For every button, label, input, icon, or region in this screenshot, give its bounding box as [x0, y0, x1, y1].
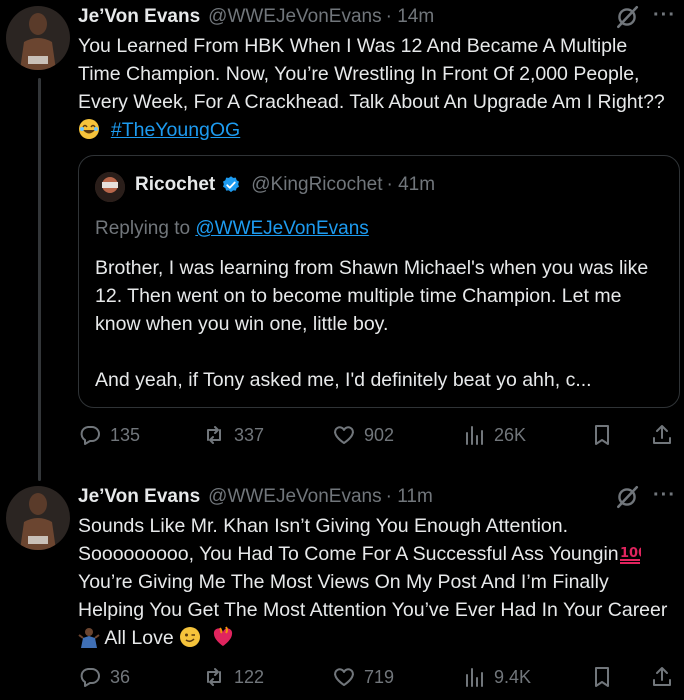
tweet-text-content: You Learned From HBK When I Was 12 And B… — [78, 35, 665, 113]
repost-icon — [207, 426, 221, 444]
author-name[interactable]: Je’Von Evans — [78, 6, 200, 28]
tweet-actions: 135 337 902 26K — [78, 420, 678, 450]
tweet-header: Je’Von Evans @WWEJeVonEvans · 11m — [78, 482, 672, 512]
repost-button[interactable]: 337 — [202, 420, 264, 450]
views-icon — [466, 668, 483, 687]
quoted-timestamp[interactable]: · 41m — [387, 174, 436, 196]
reply-count: 135 — [110, 424, 141, 445]
repost-icon — [207, 668, 221, 686]
timestamp[interactable]: · 11m — [386, 486, 433, 508]
share-button[interactable] — [650, 662, 674, 692]
replying-to-link[interactable]: @WWEJeVonEvans — [195, 218, 368, 239]
author-name[interactable]: Je’Von Evans — [78, 486, 200, 508]
tweet-text-part-3: All Love — [100, 627, 174, 649]
quoted-tweet[interactable]: Ricochet @KingRicochet · 41m Replying to… — [78, 155, 680, 408]
tweet-text: Sounds Like Mr. Khan Isn’t Giving You En… — [78, 512, 674, 652]
timestamp[interactable]: · 14m — [386, 6, 435, 28]
heart-icon — [334, 668, 354, 686]
more-options-button[interactable]: ··· — [653, 4, 676, 27]
repost-count: 122 — [234, 666, 265, 687]
author-handle[interactable]: @WWEJeVonEvans — [208, 486, 381, 508]
hashtag-link[interactable]: #TheYoungOG — [111, 119, 240, 141]
shrug-emoji-icon — [78, 628, 100, 648]
like-button[interactable]: 719 — [332, 662, 394, 692]
view-count: 26K — [494, 424, 527, 445]
quoted-author-handle[interactable]: @KingRicochet — [251, 174, 382, 196]
repost-count: 337 — [234, 424, 265, 445]
views-button[interactable]: 26K — [462, 420, 526, 450]
share-icon — [653, 667, 671, 686]
repost-button[interactable]: 122 — [202, 662, 264, 692]
like-count: 719 — [364, 666, 395, 687]
view-count: 9.4K — [494, 666, 532, 687]
heart-on-fire-emoji-icon — [213, 626, 233, 646]
reply-icon — [80, 668, 100, 687]
views-button[interactable]: 9.4K — [462, 662, 531, 692]
tweet-header: Je’Von Evans @WWEJeVonEvans · 14m — [78, 2, 672, 32]
winking-emoji-icon — [180, 627, 201, 647]
laughing-emoji-icon — [79, 119, 99, 139]
avatar[interactable] — [6, 6, 70, 70]
heart-icon — [334, 426, 354, 444]
bookmark-button[interactable] — [590, 420, 614, 450]
reply-icon — [80, 426, 100, 445]
avatar[interactable] — [6, 486, 70, 550]
like-count: 902 — [364, 424, 395, 445]
replying-to: Replying to @WWEJeVonEvans — [95, 218, 369, 240]
views-icon — [466, 426, 483, 445]
quoted-text-paragraph-2: And yeah, if Tony asked me, I'd definite… — [95, 369, 592, 391]
reply-button[interactable]: 36 — [78, 662, 130, 692]
tweet-text-part-1: Sounds Like Mr. Khan Isn’t Giving You En… — [78, 515, 619, 565]
bookmark-icon — [595, 425, 609, 445]
grok-icon[interactable] — [614, 4, 640, 30]
quoted-avatar-image — [95, 172, 125, 202]
quoted-text-paragraph: Brother, I was learning from Shawn Micha… — [95, 257, 649, 335]
thread-connector-line — [38, 78, 41, 481]
quoted-avatar[interactable] — [95, 172, 125, 202]
hundred-points-emoji-icon: 100 — [619, 546, 641, 564]
like-button[interactable]: 902 — [332, 420, 394, 450]
avatar-image — [6, 486, 70, 550]
more-options-button[interactable]: ··· — [653, 484, 676, 507]
tweet-text: You Learned From HBK When I Was 12 And B… — [78, 32, 674, 144]
bookmark-icon — [595, 667, 609, 687]
quoted-header: Ricochet @KingRicochet · 41m — [135, 174, 435, 196]
svg-text:100: 100 — [620, 546, 641, 561]
tweet-text-part-2: You’re Giving Me The Most Views On My Po… — [78, 571, 668, 621]
author-handle[interactable]: @WWEJeVonEvans — [208, 6, 381, 28]
avatar-image — [6, 6, 70, 70]
quoted-text: Brother, I was learning from Shawn Micha… — [95, 254, 665, 394]
grok-icon[interactable] — [614, 484, 640, 510]
share-icon — [653, 425, 671, 444]
tweet-actions: 36 122 719 9.4K — [78, 662, 678, 692]
replying-to-label: Replying to — [95, 218, 191, 239]
share-button[interactable] — [650, 420, 674, 450]
bookmark-button[interactable] — [590, 662, 614, 692]
reply-count: 36 — [110, 666, 131, 687]
verified-badge-icon[interactable] — [221, 175, 241, 195]
quoted-author-name[interactable]: Ricochet — [135, 174, 215, 196]
reply-button[interactable]: 135 — [78, 420, 140, 450]
